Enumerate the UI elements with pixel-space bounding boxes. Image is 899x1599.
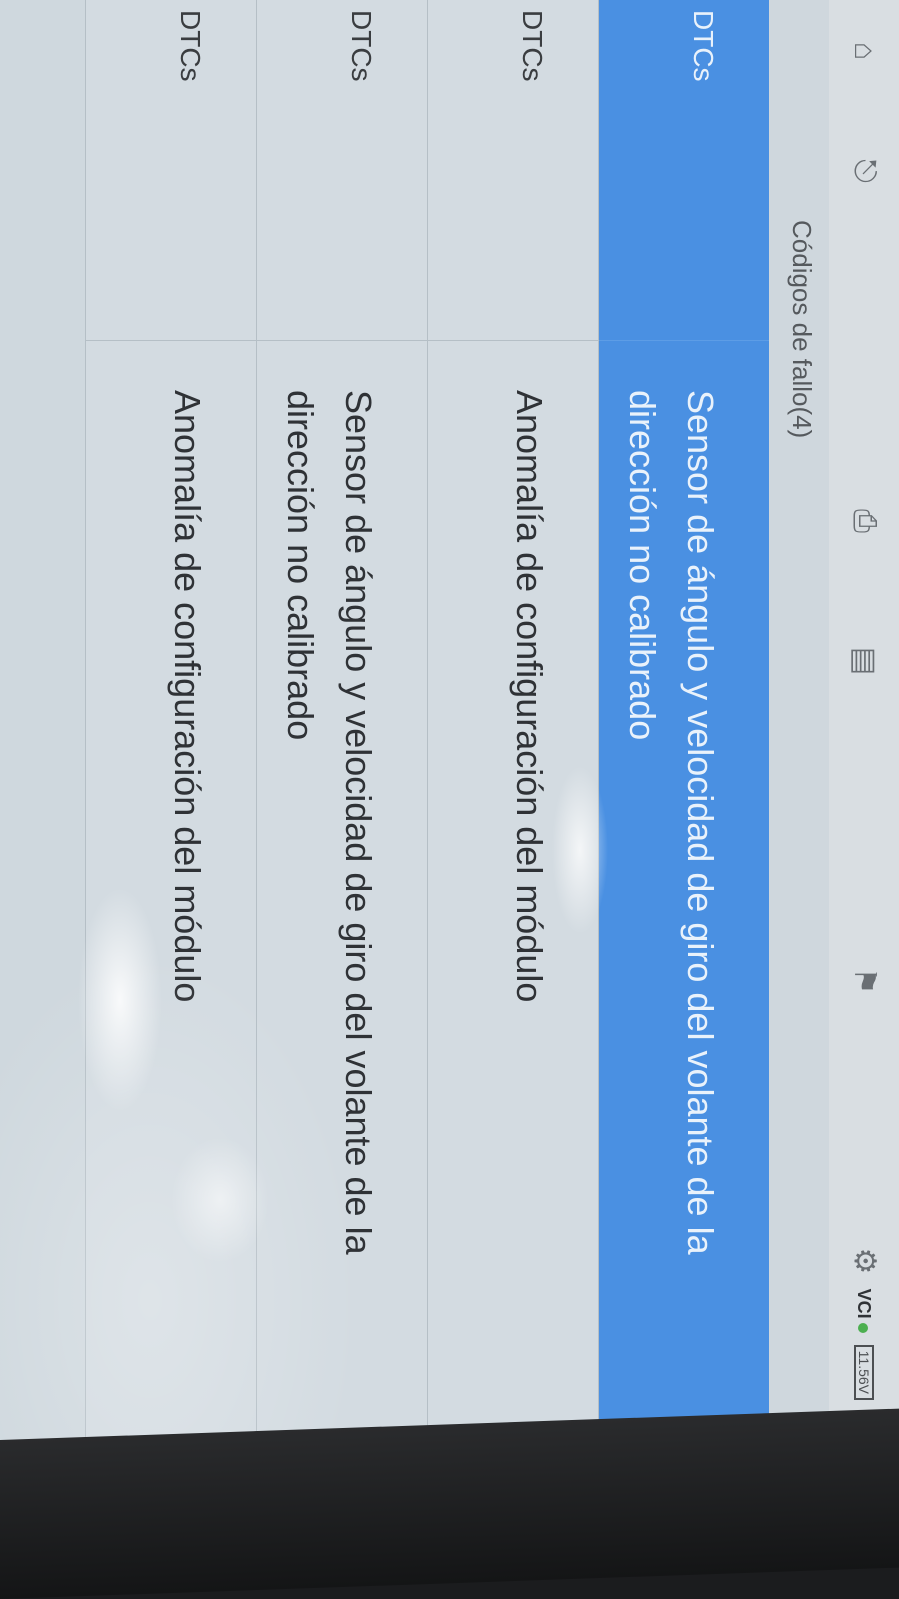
back-icon[interactable]: ⎋ — [843, 150, 885, 192]
print-icon[interactable]: ⎙ — [843, 500, 885, 542]
dtc-description: Anomalía de configuración del módulo — [167, 390, 208, 1003]
refresh-icon[interactable]: ⚑ — [843, 960, 885, 1002]
dtc-description: Sensor de ángulo y velocidad de giro del… — [622, 390, 721, 1255]
table-row[interactable]: DTCs Anomalía de configuración del módul… — [85, 0, 256, 1440]
top-toolbar: ⌂ ⎋ ⎙ ▤ ⚑ ⚙ VCI 11.56V — [828, 0, 899, 1470]
dtc-code: DTCs — [175, 10, 206, 82]
table-row[interactable]: DTCs Sensor de ángulo y velocidad de gir… — [256, 0, 427, 1440]
vci-status: VCI — [854, 1289, 875, 1333]
page-title: Códigos de fallo(4) — [787, 220, 817, 439]
table-row[interactable]: DTCs Anomalía de configuración del módul… — [427, 0, 598, 1440]
settings-icon[interactable]: ⚙ — [843, 1240, 885, 1282]
device-bezel — [0, 1408, 899, 1599]
home-icon[interactable]: ⌂ — [843, 30, 885, 72]
dtc-code: DTCs — [688, 10, 719, 82]
report-icon[interactable]: ▤ — [843, 640, 885, 682]
dtc-table: DTCs Sensor de ángulo y velocidad de gir… — [85, 0, 769, 1440]
status-area: VCI 11.56V — [829, 1289, 899, 1400]
dtc-description: Sensor de ángulo y velocidad de giro del… — [280, 390, 379, 1255]
dtc-description: Anomalía de configuración del módulo — [509, 390, 550, 1003]
table-row[interactable]: DTCs Sensor de ángulo y velocidad de gir… — [598, 0, 769, 1440]
dtc-code: DTCs — [517, 10, 548, 82]
tablet-screen: ⌂ ⎋ ⎙ ▤ ⚑ ⚙ VCI 11.56V Códigos de fallo(… — [0, 0, 899, 1485]
diagnostic-app: ⌂ ⎋ ⎙ ▤ ⚑ ⚙ VCI 11.56V Códigos de fallo(… — [0, 0, 899, 1470]
dtc-code: DTCs — [346, 10, 377, 82]
page-header: Códigos de fallo(4) — [769, 0, 829, 1470]
battery-indicator: 11.56V — [854, 1344, 874, 1400]
